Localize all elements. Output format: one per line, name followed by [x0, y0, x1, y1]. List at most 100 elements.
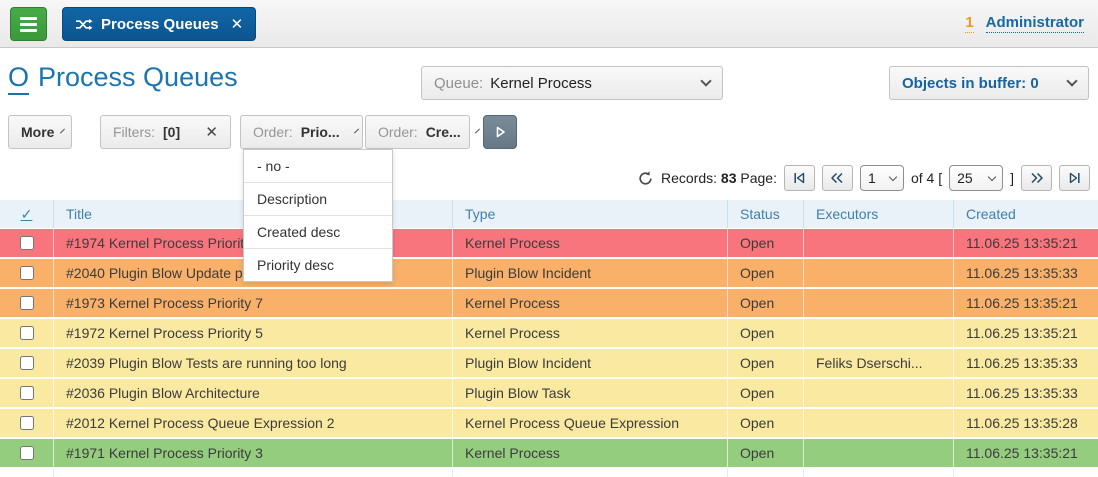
chevron-down-icon	[889, 172, 897, 180]
objects-in-buffer-label: Objects in buffer: 0	[902, 75, 1039, 92]
cell-status: Open	[727, 439, 803, 467]
page-number-select[interactable]: 1	[860, 165, 904, 191]
cell-type: Kernel Process	[452, 229, 727, 257]
cell-type: Plugin Blow Task	[452, 379, 727, 407]
records-count: 83	[721, 170, 737, 186]
cell-executors: Feliks Dserschi...	[803, 349, 953, 377]
cell-type: Kernel Process	[452, 289, 727, 317]
first-page-icon	[793, 172, 806, 184]
close-icon[interactable]: ✕	[231, 15, 244, 33]
cell-status: Open	[727, 289, 803, 317]
prev-page-button[interactable]	[822, 165, 853, 191]
row-checkbox[interactable]	[20, 266, 34, 280]
queue-select[interactable]: Queue: Kernel Process	[421, 66, 723, 100]
column-header-executors[interactable]: Executors	[803, 200, 953, 228]
process-queue-table: ✓ Title Type Status Executors Created #1…	[0, 200, 1098, 477]
first-page-button[interactable]	[784, 165, 815, 191]
cell-title: #1971 Kernel Process Priority 3	[53, 439, 452, 467]
cell-created: 11.06.25 13:35:33	[953, 349, 1098, 377]
cell-type: Kernel Process Queue Expression	[452, 409, 727, 437]
more-button-label: More	[21, 124, 54, 140]
table-row[interactable]: #2039 Plugin Blow Tests are running too …	[0, 349, 1098, 377]
cell-type: Plugin Blow Incident	[452, 259, 727, 287]
order-secondary-select[interactable]: Order: Cre...	[365, 115, 470, 149]
cell-created: 11.06.25 13:35:28	[953, 409, 1098, 437]
filters-label: Filters:	[113, 124, 155, 140]
table-row[interactable]: #1974 Kernel Process Priority Kernel Pro…	[0, 229, 1098, 257]
cell-executors	[803, 229, 953, 257]
row-checkbox[interactable]	[20, 326, 34, 340]
menu-item-priority-desc[interactable]: Priority desc	[244, 248, 392, 281]
column-header-created[interactable]: Created	[953, 200, 1098, 228]
column-header-type[interactable]: Type	[452, 200, 727, 228]
cell-created: 11.06.25 13:35:33	[953, 259, 1098, 287]
cell-created: 11.06.25 13:35:21	[953, 229, 1098, 257]
records-summary: Records: 83 Page:	[661, 170, 777, 186]
filters-count: [0]	[163, 124, 180, 140]
cell-created: 11.06.25 13:35:21	[953, 319, 1098, 347]
table-row[interactable]: #2040 Plugin Blow Update problem Plugin …	[0, 259, 1098, 287]
more-button[interactable]: More	[8, 115, 72, 149]
row-checkbox[interactable]	[20, 446, 34, 460]
menu-item-created-desc[interactable]: Created desc	[244, 215, 392, 248]
next-page-button[interactable]	[1021, 165, 1052, 191]
last-page-icon	[1068, 172, 1081, 184]
hamburger-icon[interactable]	[10, 7, 47, 41]
table-row[interactable]: #2012 Kernel Process Queue Expression 2 …	[0, 409, 1098, 437]
cell-executors	[803, 409, 953, 437]
next-page-icon	[1030, 172, 1044, 184]
play-icon	[493, 125, 507, 139]
order-primary-value: Prio...	[301, 124, 340, 140]
filters-button[interactable]: Filters: [0] ✕	[100, 115, 231, 149]
order-label: Order:	[378, 124, 418, 140]
tab-process-queues[interactable]: Process Queues ✕	[62, 7, 256, 41]
cell-type: Kernel Process	[452, 319, 727, 347]
table-row[interactable]: #1972 Kernel Process Priority 5 Kernel P…	[0, 319, 1098, 347]
table-row[interactable]: #2036 Plugin Blow Architecture Plugin Bl…	[0, 379, 1098, 407]
queue-select-label: Queue:	[434, 75, 483, 92]
shuffle-icon	[75, 18, 93, 31]
row-checkbox[interactable]	[20, 236, 34, 250]
menu-item-no[interactable]: - no -	[244, 150, 392, 182]
page-size-select[interactable]: 25	[949, 165, 1003, 191]
cell-executors	[803, 439, 953, 467]
cell-status: Open	[727, 379, 803, 407]
cell-executors	[803, 379, 953, 407]
cell-type: Plugin Blow Incident	[452, 349, 727, 377]
order-primary-select[interactable]: Order: Prio...	[240, 115, 363, 149]
row-checkbox[interactable]	[20, 356, 34, 370]
page-header: O Process Queues	[8, 62, 238, 95]
prev-page-icon	[830, 172, 844, 184]
page-title: Process Queues	[38, 62, 238, 93]
row-checkbox[interactable]	[20, 416, 34, 430]
cell-title: #2039 Plugin Blow Tests are running too …	[53, 349, 452, 377]
row-checkbox[interactable]	[20, 296, 34, 310]
object-type-icon[interactable]: O	[8, 63, 29, 95]
notification-count[interactable]: 1	[965, 14, 973, 33]
user-menu-link[interactable]: Administrator	[986, 14, 1084, 33]
chevron-down-icon	[354, 128, 359, 133]
bracket-close: ]	[1010, 170, 1014, 186]
tab-label: Process Queues	[101, 16, 219, 33]
last-page-button[interactable]	[1059, 165, 1090, 191]
cell-executors	[803, 289, 953, 317]
cell-status: Open	[727, 319, 803, 347]
clear-filters-icon[interactable]: ✕	[205, 123, 218, 141]
table-row[interactable]: #1973 Kernel Process Priority 7 Kernel P…	[0, 289, 1098, 317]
cell-title: #2036 Plugin Blow Architecture	[53, 379, 452, 407]
row-checkbox[interactable]	[20, 386, 34, 400]
chevron-down-icon	[60, 128, 65, 133]
order-label: Order:	[253, 124, 293, 140]
table-header-row: ✓ Title Type Status Executors Created	[0, 200, 1098, 228]
run-button[interactable]	[483, 115, 517, 149]
objects-in-buffer-select[interactable]: Objects in buffer: 0	[889, 66, 1089, 100]
column-header-status[interactable]: Status	[727, 200, 803, 228]
page-size-value: 25	[957, 170, 973, 186]
order-dropdown-menu: - no - Description Created desc Priority…	[243, 149, 393, 282]
refresh-icon[interactable]	[637, 170, 654, 187]
select-all-link[interactable]: ✓	[21, 206, 33, 223]
menu-item-description[interactable]: Description	[244, 182, 392, 215]
cell-status: Open	[727, 349, 803, 377]
process-queues-screen: Process Queues ✕ 1 Administrator O Proce…	[0, 0, 1098, 477]
table-row[interactable]: #1971 Kernel Process Priority 3 Kernel P…	[0, 439, 1098, 467]
